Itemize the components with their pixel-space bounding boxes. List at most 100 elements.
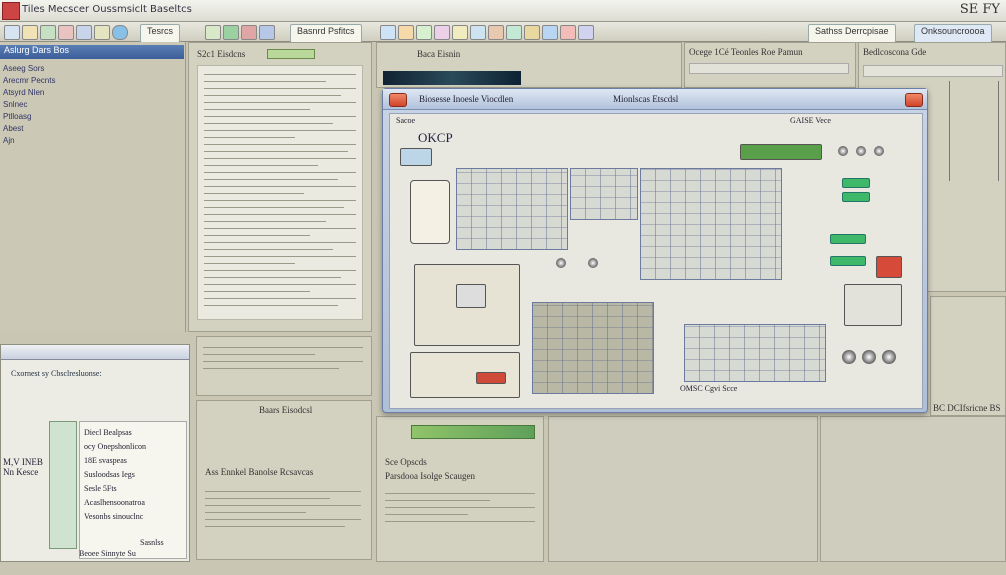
sidebar-item[interactable]: Ajn [3,136,15,145]
dialog-title-bar [1,345,189,360]
panel-title: Bedlcoscona Gde [863,47,927,57]
dialog-footer: Beoee Sinnyte Su [79,549,136,558]
alert-icon[interactable] [560,25,576,40]
layers-icon[interactable] [452,25,468,40]
document-text-area[interactable] [197,65,363,320]
preview-strip [383,71,521,85]
dialog-line[interactable]: ocy Onepshonlicon [84,442,146,451]
run-icon[interactable] [223,25,239,40]
green-button[interactable] [842,178,870,188]
window-controls-label[interactable]: SE FY [960,2,1000,17]
display-unit[interactable] [456,284,486,308]
knob-icon[interactable] [588,258,598,268]
bottom-center-text [385,487,535,528]
zoom-icon[interactable] [112,25,128,40]
bottom-center-panel: Sce Opscds Parsdooa Isolge Scaugen [376,416,544,562]
knob-icon[interactable] [842,350,856,364]
probe-icon[interactable] [416,25,432,40]
stop-icon[interactable] [241,25,257,40]
help-icon[interactable] [578,25,594,40]
knob-icon[interactable] [856,146,866,156]
tab-status-description[interactable]: Sathss Derrcpisae [808,24,896,43]
tab-board-profiles[interactable]: Basnrd Psfitcs [290,24,362,43]
panel-title: S2c1 Eisdcns [197,49,246,59]
cut-icon[interactable] [58,25,74,40]
copy-icon[interactable] [76,25,92,40]
save-icon[interactable] [40,25,56,40]
wire-icon[interactable] [398,25,414,40]
connector-chip[interactable] [400,148,432,166]
import-icon[interactable] [488,25,504,40]
knob-icon[interactable] [874,146,884,156]
indicator-panel [740,144,822,160]
dialog-line[interactable]: Diecl Bealpsas [84,428,132,437]
paste-icon[interactable] [94,25,110,40]
property-field[interactable] [863,65,1003,77]
sidebar-header: Aslurg Dars Bos [0,45,184,59]
green-button[interactable] [842,192,870,202]
circuit-grid-b[interactable] [570,168,638,220]
tab-tests[interactable]: Tesrcs [140,24,181,43]
circuit-board-canvas[interactable]: Sacoe GAISE Vece OKCP OMSC Cgvi Scce [389,113,923,409]
knob-icon[interactable] [556,258,566,268]
modal-title-bar: Biosesse Inoesle Viocdlen Mionlscas Etsc… [383,89,927,110]
sidebar-item[interactable]: Abest [3,124,23,133]
title-bar: Tiles Mecscer Oussmsiclt Baseltcs SE FY [0,0,1006,22]
top-center-panel: Baca Eisnin [376,42,682,88]
dialog-line[interactable]: Vesonbs sinouclnc [84,512,143,521]
meter-icon[interactable] [434,25,450,40]
board-bottom-label: OMSC Cgvi Scce [680,384,738,393]
circuit-modal-window: Biosesse Inoesle Viocdlen Mionlscas Etsc… [382,88,928,413]
new-icon[interactable] [4,25,20,40]
dialog-list[interactable]: Diecl Bealpsas ocy Onepshonlicon 18E sva… [79,421,187,559]
export-icon[interactable] [470,25,486,40]
toolbar-field[interactable] [689,63,849,74]
chip-icon[interactable] [380,25,396,40]
component-tray[interactable] [532,302,654,394]
sidebar-item[interactable]: Arecmr Pecnts [3,76,55,85]
panel-badge [267,49,315,59]
dialog-line[interactable]: Sesle 5Fts [84,484,117,493]
dialog-line[interactable]: Acaslhensoonatroa [84,498,145,507]
panel-subtitle: Parsdooa Isolge Scaugen [385,471,475,481]
empty-panel [548,416,818,562]
sidebar-item[interactable]: Aseeg Sors [3,64,44,73]
filter-icon[interactable] [524,25,540,40]
modal-close-icon[interactable] [389,93,407,107]
app-icon [2,2,20,20]
knob-icon[interactable] [862,350,876,364]
panel-title: Baars Eisodcsl [259,405,313,415]
dialog-line[interactable]: Susloodsas Iegs [84,470,135,479]
secondary-dialog: Cxornest sy Cbsclresluonse: M,V INEB Nn … [0,344,190,562]
fault-indicator [476,372,506,384]
mini-panel [196,336,372,396]
modal-close-button[interactable] [905,93,923,107]
power-socket[interactable] [410,180,450,244]
panel-title: Sce Opscds [385,457,427,467]
chart-icon[interactable] [542,25,558,40]
circuit-grid-d[interactable] [684,324,826,382]
dialog-sidebar[interactable] [49,421,77,549]
knob-icon[interactable] [838,146,848,156]
sidebar-item[interactable]: Ptlloasg [3,112,31,121]
switch-module[interactable] [844,284,902,326]
open-icon[interactable] [22,25,38,40]
dialog-line[interactable]: Sasnlss [140,538,164,547]
panel-subtitle: Ass Ennkel Banolse Rcsavcas [205,467,314,477]
right-status-panel: BC DCIfsricne BS [930,296,1006,416]
green-button[interactable] [830,256,866,266]
dialog-line[interactable]: 18E svaspeas [84,456,127,465]
sidebar-item[interactable]: Snlnec [3,100,27,109]
knob-icon[interactable] [882,350,896,364]
grid-icon[interactable] [205,25,221,40]
panel-title: Ocege 1Cé Teonles Roe Pamun [689,47,803,57]
sidebar-item[interactable]: Atsyrd Nlen [3,88,44,97]
green-button[interactable] [830,234,866,244]
circuit-grid-a[interactable] [456,168,568,250]
toolbar: Tesrcs Basnrd Psfitcs Sathss Derrcpisae … [0,22,1006,43]
refresh-icon[interactable] [506,25,522,40]
empty-panel-right [820,416,1006,562]
circuit-grid-c[interactable] [640,168,782,280]
settings-icon[interactable] [259,25,275,40]
toolbar-right-label[interactable]: Onksouncroooa [914,24,992,43]
